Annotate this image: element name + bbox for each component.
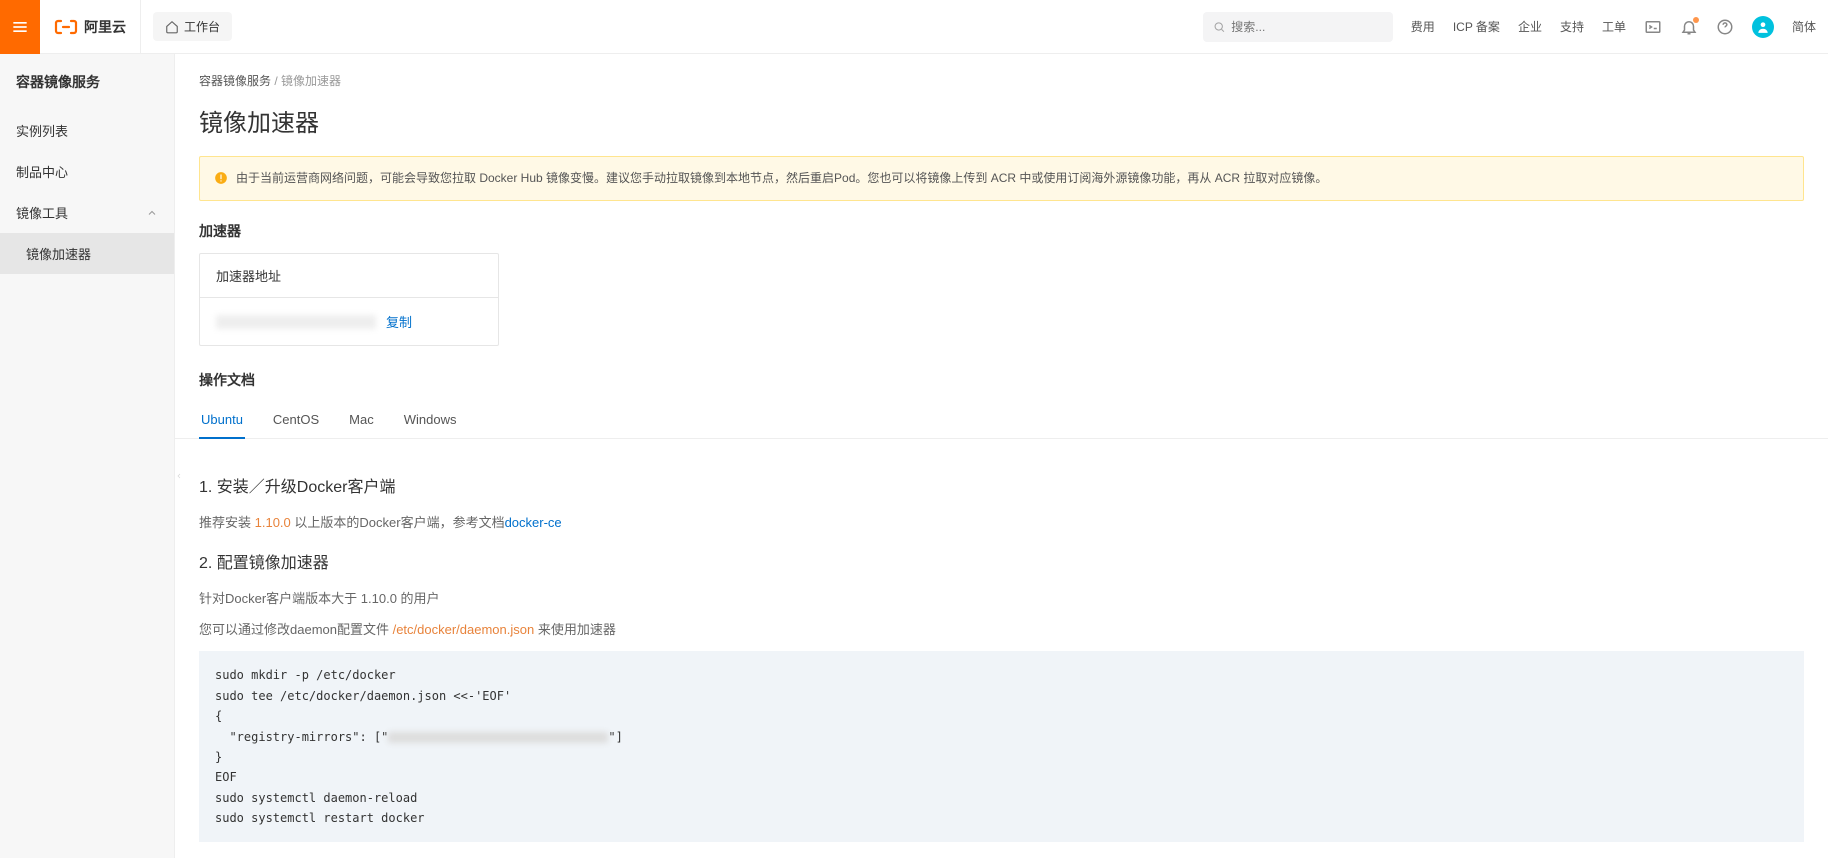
- search-input[interactable]: [1231, 20, 1383, 34]
- menu-toggle[interactable]: [0, 0, 40, 54]
- search-box[interactable]: [1203, 12, 1393, 42]
- card-body: 复制: [200, 298, 498, 345]
- nav-link-enterprise[interactable]: 企业: [1518, 18, 1542, 35]
- step1-text: 推荐安装 1.10.0 以上版本的Docker客户端，参考文档docker-ce: [199, 511, 1804, 534]
- workbench-button[interactable]: 工作台: [153, 12, 232, 41]
- chevron-up-icon: [146, 207, 158, 219]
- page-title: 镜像加速器: [175, 99, 1828, 156]
- terminal-icon[interactable]: [1644, 18, 1662, 36]
- user-avatar[interactable]: [1752, 16, 1774, 38]
- layout: 容器镜像服务 实例列表 制品中心 镜像工具 镜像加速器 容器镜像服务 / 镜像加…: [0, 54, 1828, 858]
- sidebar-item-artifacts[interactable]: 制品中心: [0, 151, 174, 192]
- step2-line2: 您可以通过修改daemon配置文件 /etc/docker/daemon.jso…: [199, 618, 1804, 641]
- tab-mac[interactable]: Mac: [347, 402, 376, 439]
- docker-ce-link[interactable]: docker-ce: [505, 515, 562, 530]
- top-bar: 阿里云 工作台 费用 ICP 备案 企业 支持 工单 简体: [0, 0, 1828, 54]
- breadcrumb-root[interactable]: 容器镜像服务: [199, 74, 271, 88]
- step1-title: 1. 安装／升级Docker客户端: [199, 473, 1804, 497]
- sidebar-item-instances[interactable]: 实例列表: [0, 110, 174, 151]
- accelerator-address-masked: [216, 315, 376, 329]
- chevron-left-icon: [175, 469, 183, 483]
- search-icon: [1213, 20, 1225, 34]
- nav-link-icp[interactable]: ICP 备案: [1453, 18, 1500, 35]
- sidebar-title: 容器镜像服务: [0, 54, 174, 110]
- notification-dot: [1693, 17, 1699, 23]
- help-icon[interactable]: [1716, 18, 1734, 36]
- alert-banner: 由于当前运营商网络问题，可能会导致您拉取 Docker Hub 镜像变慢。建议您…: [199, 156, 1804, 201]
- breadcrumb-leaf: 镜像加速器: [281, 74, 341, 88]
- code-block[interactable]: sudo mkdir -p /etc/docker sudo tee /etc/…: [199, 651, 1804, 842]
- tab-centos[interactable]: CentOS: [271, 402, 321, 439]
- sidebar-item-tools[interactable]: 镜像工具: [0, 192, 174, 233]
- notifications-icon[interactable]: [1680, 18, 1698, 36]
- card-title: 加速器地址: [200, 254, 498, 298]
- aliyun-logo-icon: [54, 15, 78, 39]
- main-content: 容器镜像服务 / 镜像加速器 镜像加速器 由于当前运营商网络问题，可能会导致您拉…: [175, 54, 1828, 858]
- code-mirror-masked: [388, 732, 608, 743]
- tab-windows[interactable]: Windows: [402, 402, 459, 439]
- accelerator-section-title: 加速器: [175, 221, 1828, 253]
- step2-line1: 针对Docker客户端版本大于 1.10.0 的用户: [199, 587, 1804, 610]
- sidebar-item-label: 镜像工具: [16, 203, 68, 222]
- nav-link-support[interactable]: 支持: [1560, 18, 1584, 35]
- accelerator-card: 加速器地址 复制: [199, 253, 499, 346]
- docs-section-title: 操作文档: [175, 370, 1828, 402]
- docs-tabs: Ubuntu CentOS Mac Windows: [175, 402, 1828, 439]
- hamburger-icon: [10, 17, 30, 37]
- tab-ubuntu[interactable]: Ubuntu: [199, 402, 245, 439]
- warning-icon: [214, 171, 228, 185]
- sidebar-collapse-handle[interactable]: [174, 456, 184, 496]
- lang-switch[interactable]: 简体: [1792, 18, 1816, 35]
- top-right-group: 费用 ICP 备案 企业 支持 工单 简体: [1203, 12, 1828, 42]
- step2-title: 2. 配置镜像加速器: [199, 549, 1804, 573]
- alert-text: 由于当前运营商网络问题，可能会导致您拉取 Docker Hub 镜像变慢。建议您…: [236, 169, 1327, 188]
- sidebar-item-accelerator[interactable]: 镜像加速器: [0, 233, 174, 274]
- brand-name: 阿里云: [84, 17, 126, 37]
- nav-link-ticket[interactable]: 工单: [1602, 18, 1626, 35]
- brand-logo[interactable]: 阿里云: [40, 0, 141, 54]
- workbench-label: 工作台: [184, 18, 220, 35]
- copy-button[interactable]: 复制: [386, 312, 412, 331]
- home-icon: [165, 20, 179, 34]
- nav-link-fee[interactable]: 费用: [1411, 18, 1435, 35]
- sidebar: 容器镜像服务 实例列表 制品中心 镜像工具 镜像加速器: [0, 54, 175, 858]
- docs-content: 1. 安装／升级Docker客户端 推荐安装 1.10.0 以上版本的Docke…: [175, 439, 1828, 858]
- breadcrumb: 容器镜像服务 / 镜像加速器: [175, 54, 1828, 99]
